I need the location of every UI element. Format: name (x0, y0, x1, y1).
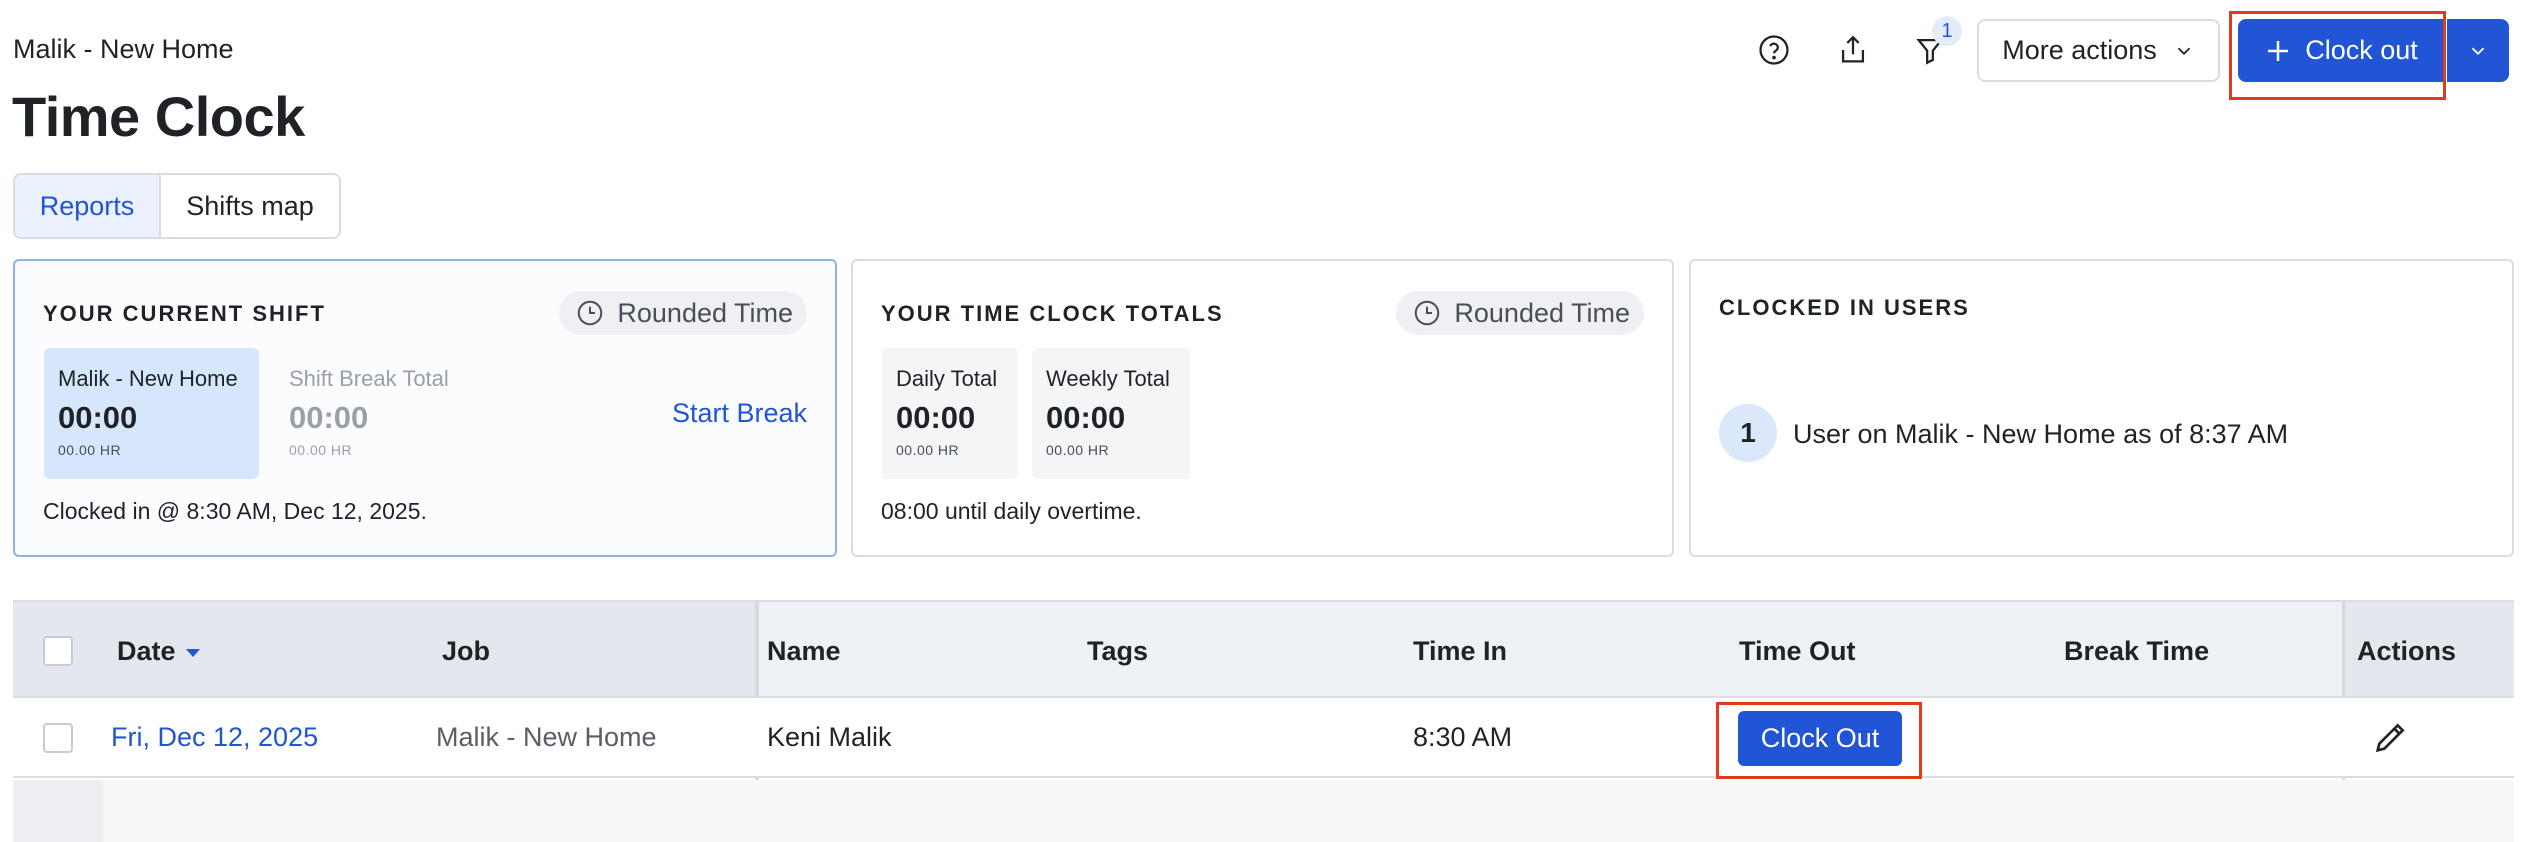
stat-hours: 00.00 HR (896, 442, 960, 458)
clock-out-button[interactable]: Clock out (2238, 19, 2443, 82)
card-title: YOUR TIME CLOCK TOTALS (881, 301, 1224, 326)
rounded-time-label: Rounded Time (617, 297, 793, 328)
plus-icon (2268, 40, 2289, 61)
more-actions-button[interactable]: More actions (1977, 19, 2220, 82)
tab-shifts-map[interactable]: Shifts map (161, 175, 339, 237)
stat-hours: 00.00 HR (58, 442, 122, 458)
column-header-time-in[interactable]: Time In (1413, 636, 1507, 667)
breadcrumb: Malik - New Home (13, 34, 234, 64)
clock-icon (578, 300, 603, 326)
stat-value: 00:00 (289, 400, 369, 435)
row-time-in: 8:30 AM (1413, 722, 1513, 752)
start-break-link[interactable]: Start Break (672, 398, 807, 429)
tab-reports[interactable]: Reports (15, 175, 161, 237)
more-actions-label: More actions (2002, 35, 2157, 65)
table-header: Date Job Name Tags Time In Time Out Brea… (13, 600, 2514, 698)
card-title: YOUR CURRENT SHIFT (43, 301, 326, 326)
clocked-in-users-card: CLOCKED IN USERS 1 User on Malik - New H… (1689, 259, 2514, 557)
row-date-link[interactable]: Fri, Dec 12, 2025 (111, 722, 318, 753)
time-clock-totals-card: YOUR TIME CLOCK TOTALS Rounded Time Dail… (851, 259, 1674, 557)
select-all-checkbox[interactable] (43, 636, 73, 666)
stat-hours: 00.00 HR (289, 442, 353, 458)
row-clock-out-button[interactable]: Clock Out (1738, 711, 1902, 766)
stat-value: 00:00 (1046, 400, 1126, 435)
share-icon[interactable] (1831, 28, 1875, 72)
overtime-text: 08:00 until daily overtime. (881, 498, 1142, 524)
column-header-label: Date (117, 636, 176, 666)
clocked-in-users-text: User on Malik - New Home as of 8:37 AM (1793, 419, 2289, 449)
stat-label: Shift Break Total (289, 366, 449, 391)
column-header-date[interactable]: Date (117, 636, 200, 667)
column-header-tags[interactable]: Tags (1087, 636, 1148, 667)
table-empty-area (13, 780, 2514, 842)
user-count-badge: 1 (1719, 404, 1777, 462)
current-shift-card: YOUR CURRENT SHIFT Rounded Time Malik - … (13, 259, 837, 557)
column-header-name[interactable]: Name (767, 636, 841, 667)
stat-value: 00:00 (896, 400, 976, 435)
stat-label: Daily Total (896, 366, 998, 391)
column-header-break-time[interactable]: Break Time (2064, 636, 2209, 667)
help-icon[interactable] (1752, 28, 1796, 72)
stat-label: Weekly Total (1046, 366, 1170, 391)
table-row: Fri, Dec 12, 2025 Malik - New Home Keni … (13, 698, 2514, 778)
filter-count-badge: 1 (1932, 16, 1962, 46)
daily-total-stat: Daily Total 00:00 00.00 HR (882, 348, 1018, 479)
row-job: Malik - New Home (436, 722, 657, 752)
clock-out-options-button[interactable] (2447, 19, 2509, 82)
rounded-time-pill[interactable]: Rounded Time (1396, 291, 1644, 335)
edit-icon[interactable] (2371, 717, 2411, 757)
weekly-total-stat: Weekly Total 00:00 00.00 HR (1032, 348, 1190, 479)
clock-out-label: Clock out (2305, 35, 2418, 65)
column-header-actions: Actions (2357, 636, 2457, 666)
rounded-time-pill[interactable]: Rounded Time (559, 291, 807, 335)
row-name: Keni Malik (767, 722, 892, 752)
shift-break-stat: Shift Break Total 00:00 00.00 HR (275, 348, 495, 479)
column-header-time-out[interactable]: Time Out (1739, 636, 1856, 667)
page-title: Time Clock (12, 85, 305, 148)
row-checkbox[interactable] (43, 723, 73, 753)
stat-label: Malik - New Home (58, 366, 238, 391)
clock-icon (1415, 300, 1440, 326)
stat-value: 00:00 (58, 400, 138, 435)
clocked-in-text: Clocked in @ 8:30 AM, Dec 12, 2025. (43, 498, 427, 524)
chevron-down-icon (2177, 47, 2190, 55)
stat-hours: 00.00 HR (1046, 442, 1110, 458)
sort-desc-icon (185, 648, 200, 657)
column-header-job[interactable]: Job (442, 636, 490, 667)
tab-bar: Reports Shifts map (13, 173, 341, 239)
chevron-down-icon (2471, 47, 2485, 55)
rounded-time-label: Rounded Time (1454, 297, 1630, 328)
card-title: CLOCKED IN USERS (1719, 295, 1970, 320)
shift-total-stat: Malik - New Home 00:00 00.00 HR (44, 348, 259, 479)
